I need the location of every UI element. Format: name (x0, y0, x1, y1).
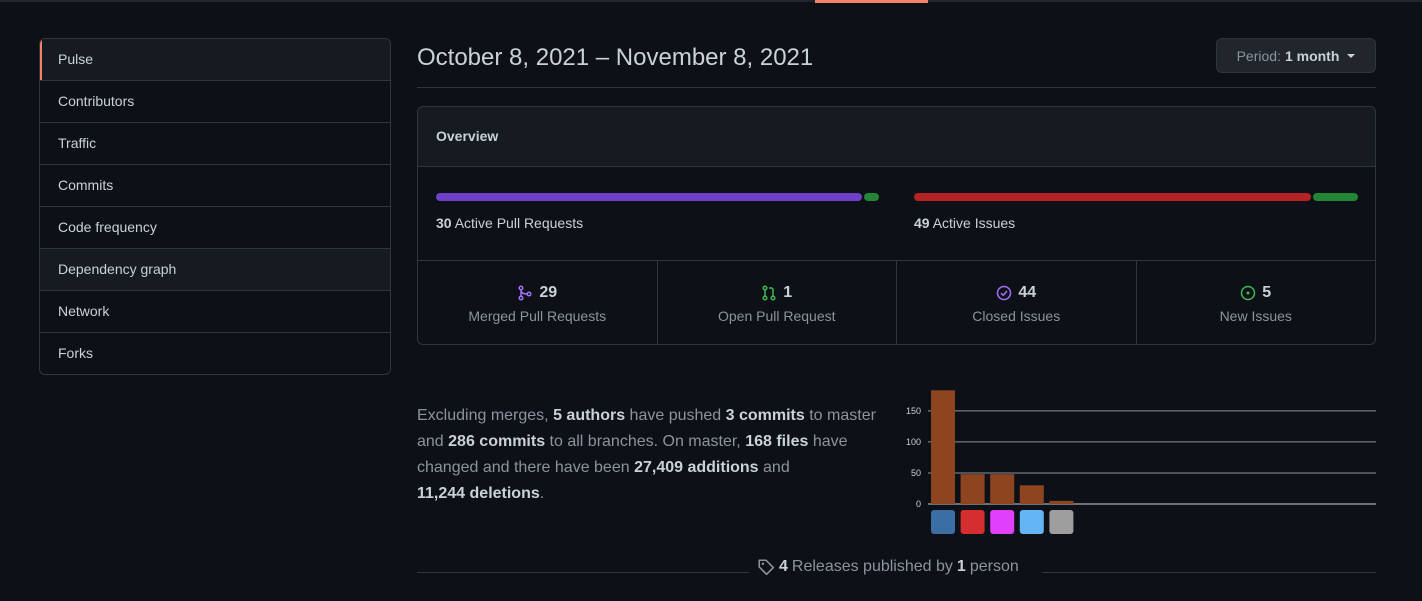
summary-text: . (539, 485, 545, 502)
overview-stats: 29 Merged Pull Requests 1 Open Pull Requ… (418, 261, 1376, 344)
closed-label: Closed Issues (972, 308, 1061, 324)
issue-closed-icon (997, 285, 1012, 301)
contributor-bar[interactable] (1019, 485, 1044, 504)
period-value: 1 month (1284, 47, 1340, 64)
contributor-bar[interactable] (990, 474, 1015, 504)
active-issues-text: Active Issues (932, 215, 1016, 231)
active-tab-indicator (815, 0, 928, 3)
releases-suffix: person (969, 558, 1019, 575)
sidebar-item-label: Pulse (58, 51, 94, 67)
open-segment (864, 193, 879, 201)
sidebar-item-code-frequency[interactable]: Code frequency (40, 206, 390, 248)
all-commits-count[interactable]: 286 commits (448, 433, 545, 450)
summary-text: have pushed (629, 407, 722, 424)
y-tick-label: 150 (906, 406, 921, 416)
contributor-bar[interactable] (931, 390, 955, 504)
summary-text: and (763, 459, 790, 476)
sidebar-item-network[interactable]: Network (40, 290, 390, 332)
contributor-avatar[interactable] (1049, 510, 1074, 534)
closed-issues-stat[interactable]: 44 Closed Issues (896, 261, 1136, 344)
merged-label: Merged Pull Requests (468, 308, 607, 324)
insights-sidebar: Pulse Contributors Traffic Commits Code … (39, 38, 391, 375)
sidebar-item-label: Traffic (58, 135, 97, 151)
active-issues-label[interactable]: 49 Active Issues (914, 215, 1015, 231)
sidebar-item-label: Forks (58, 345, 93, 361)
authors-count[interactable]: 5 authors (553, 407, 625, 424)
sidebar-item-label: Network (58, 303, 110, 319)
new-label: New Issues (1219, 308, 1292, 324)
sidebar-item-contributors[interactable]: Contributors (40, 80, 390, 122)
active-pull-requests-count: 30 (436, 215, 452, 231)
page-title: October 8, 2021 – November 8, 2021 (417, 44, 814, 71)
closed-segment (914, 193, 1311, 201)
overview-panel: Overview 30 Active Pull Requests 49 Acti… (417, 106, 1376, 345)
deletions-word: deletions (469, 485, 540, 502)
sidebar-item-forks[interactable]: Forks (40, 332, 390, 374)
sidebar-item-traffic[interactable]: Traffic (40, 122, 390, 164)
contributors-bar-chart: 0 50 100 150 (906, 390, 1376, 534)
summary-text: to all branches. On master, (549, 433, 741, 450)
y-tick-label: 100 (906, 437, 921, 447)
tag-icon (758, 559, 775, 576)
sidebar-item-label: Code frequency (58, 219, 157, 235)
master-commits-count[interactable]: 3 commits (726, 407, 805, 424)
pull-request-progress-bar[interactable] (436, 193, 879, 201)
releases-people-count: 1 (956, 558, 966, 575)
open-label: Open Pull Request (717, 308, 836, 324)
contributor-bar[interactable] (1049, 500, 1074, 504)
new-count: 5 (1262, 284, 1272, 301)
issue-opened-icon (1241, 285, 1256, 301)
contributor-avatar[interactable] (960, 510, 985, 534)
open-pull-requests-stat[interactable]: 1 Open Pull Request (656, 261, 897, 344)
sidebar-item-dependency-graph[interactable]: Dependency graph (40, 248, 390, 290)
y-tick-label: 0 (916, 499, 921, 509)
commit-summary: Excluding merges, 5 authors have pushed … (417, 403, 897, 507)
period-select-button[interactable]: Period: 1 month (1216, 38, 1376, 73)
activity-bars: 30 Active Pull Requests 49 Active Issues (418, 167, 1375, 261)
active-issues-count: 49 (914, 215, 930, 231)
y-tick-label: 50 (911, 468, 921, 478)
sidebar-item-label: Dependency graph (58, 261, 177, 277)
additions-word: additions (687, 459, 759, 476)
sidebar-item-commits[interactable]: Commits (40, 164, 390, 206)
merged-count: 29 (539, 284, 558, 301)
additions-count: 27,409 (634, 459, 684, 476)
deletions-count: 11,244 (417, 485, 466, 502)
header-divider (417, 87, 1376, 88)
releases-count: 4 (779, 558, 788, 575)
releases-divider-right (1042, 572, 1376, 573)
top-border (0, 0, 1422, 2)
overview-title: Overview (418, 107, 1375, 167)
sidebar-item-label: Commits (58, 177, 114, 193)
issues-progress-bar[interactable] (914, 193, 1358, 201)
summary-text: Excluding merges, (417, 407, 549, 424)
git-pull-request-icon (762, 285, 776, 301)
releases-link[interactable]: 4 Releases published by 1 person (757, 558, 1019, 576)
git-merge-icon (518, 285, 532, 301)
new-segment (1312, 193, 1358, 201)
contributor-bar[interactable] (960, 474, 985, 504)
merged-pull-requests-stat[interactable]: 29 Merged Pull Requests (418, 261, 657, 344)
files-changed-count: 168 files (745, 433, 809, 450)
sidebar-item-pulse[interactable]: Pulse (40, 39, 390, 80)
period-prefix: Period: (1236, 47, 1281, 64)
caret-down-icon (1347, 53, 1356, 58)
releases-text: Releases published by (791, 558, 953, 575)
active-pull-requests-label[interactable]: 30 Active Pull Requests (436, 215, 583, 231)
sidebar-item-label: Contributors (58, 93, 135, 109)
releases-divider-left (417, 572, 749, 573)
contributor-avatar[interactable] (990, 510, 1015, 534)
closed-count: 44 (1018, 284, 1037, 301)
contributor-avatar[interactable] (931, 510, 955, 534)
open-count: 1 (783, 284, 793, 301)
new-issues-stat[interactable]: 5 New Issues (1135, 261, 1376, 344)
active-pull-requests-text: Active Pull Requests (454, 215, 584, 231)
contributor-avatar[interactable] (1019, 510, 1044, 534)
merged-segment (436, 193, 863, 201)
